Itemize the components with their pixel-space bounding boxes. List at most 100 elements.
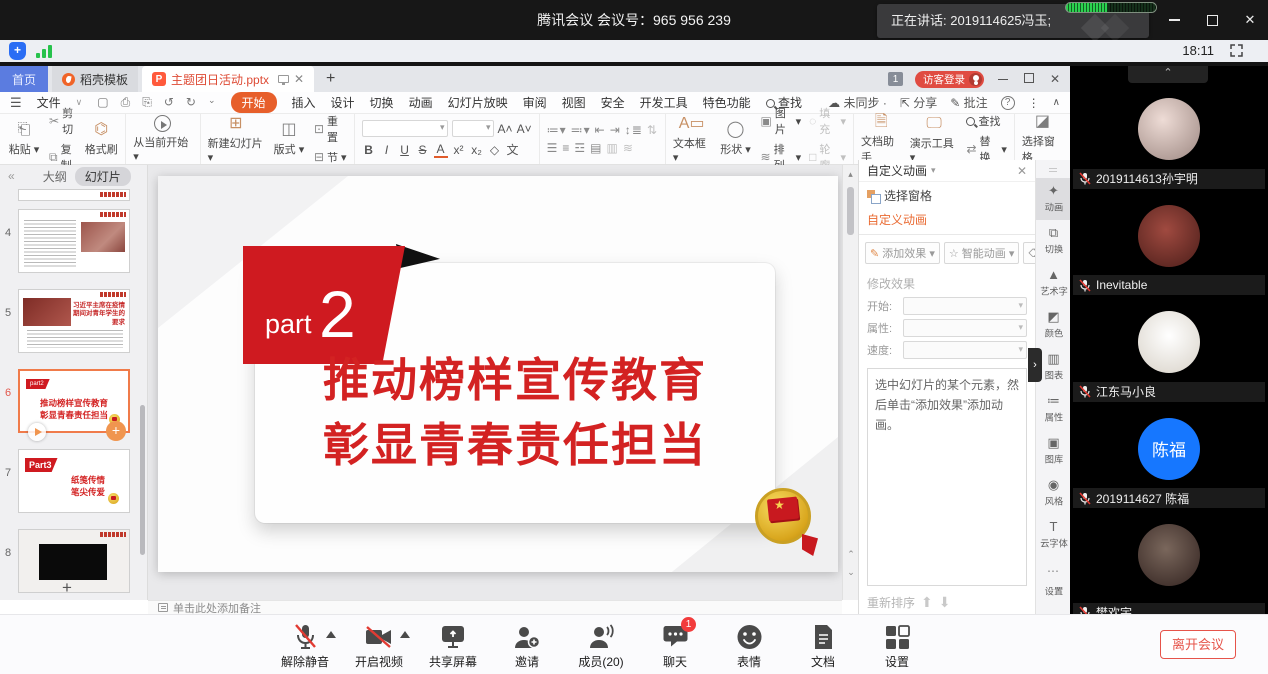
find-button[interactable]: 查找 [966,113,1006,129]
menu-design[interactable]: 设计 [331,94,355,111]
distribute-icon[interactable]: ▥ [606,141,618,155]
part-badge[interactable]: part 2 [243,246,405,364]
strip-settings[interactable]: 设置 [1036,578,1071,604]
panel-expand-handle[interactable]: › [1028,348,1042,382]
output-icon[interactable]: ⎙ [121,95,131,110]
paste-button[interactable]: ⎗粘贴 ▾ [7,121,41,157]
slide-canvas-area[interactable]: part 2 推动榜样宣传教育 彰显青春责任担当 ★ [148,165,842,600]
picture-button[interactable]: ▣图片 ▾ [761,105,802,137]
align-left-icon[interactable]: ☰ [547,141,559,155]
increase-font-button[interactable]: A˄ [498,122,513,136]
strip-animation[interactable]: ✦动画 [1036,178,1071,220]
outdent-icon[interactable]: ⇤ [595,123,606,137]
scroll-up-icon[interactable]: ▴ [843,165,858,180]
thumb-add-button[interactable]: + [106,421,126,441]
thumbnail-scrollbar[interactable] [140,405,145,555]
bullets-icon[interactable]: ≔▾ [547,123,567,137]
strip-cloudfont[interactable]: T云字体 [1036,514,1071,556]
file-dropdown-icon[interactable]: ∨ [76,97,83,108]
hamburger-icon[interactable]: ☰ [10,95,22,111]
format-painter-button[interactable]: ⌬格式刷 [84,121,118,157]
shape-button[interactable]: ◯形状 ▾ [719,121,753,157]
customize-icon[interactable]: ⌄ [208,95,216,110]
bold-button[interactable]: B [362,143,376,157]
quick-access-toolbar[interactable]: ▢ ⎙ ⎘ ↺ ↻ ⌄ [97,95,215,110]
undo-icon[interactable]: ↺ [164,95,174,110]
menu-security[interactable]: 安全 [601,94,625,111]
more-icon[interactable]: ⋮ [1028,96,1040,110]
panel-close-icon[interactable]: ✕ [1017,164,1027,178]
align-right-icon[interactable]: ☲ [574,141,586,155]
slide-thumb-5[interactable]: 习近平主席在疫情期间对青年学生的要求 [18,289,130,353]
add-effect-button[interactable]: ✎ 添加效果 ▾ [865,242,940,264]
textbox-button[interactable]: A▭文本框 ▾ [673,115,711,164]
menu-review[interactable]: 审阅 [523,94,547,111]
participant-tile[interactable]: Inevitable [1070,195,1268,302]
present-tools-button[interactable]: 🖵演示工具 ▾ [910,115,959,164]
strip-transition[interactable]: ⧉切换 [1036,220,1071,262]
print-icon[interactable]: ⎘ [142,95,152,110]
text-effects-button[interactable]: 文 [506,141,520,158]
smart-animation-button[interactable]: ☆ 智能动画 ▾ [944,242,1020,264]
docs-button[interactable]: 文档 [790,621,856,670]
menu-slideshow[interactable]: 幻灯片放映 [448,94,508,111]
notification-badge[interactable]: 1 [888,72,903,86]
help-icon[interactable]: ? [1001,96,1015,110]
indent-icon[interactable]: ⇥ [610,123,621,137]
move-up-icon[interactable]: ⬆ [921,594,933,611]
network-signal-icon[interactable] [36,44,54,58]
slide-thumb-8[interactable] [18,529,130,593]
restore-icon[interactable] [1204,12,1220,28]
previous-slide-icon[interactable]: ⌃ [843,549,859,560]
justify-icon[interactable]: ▤ [590,141,602,155]
add-slide-button[interactable]: + [62,578,72,598]
lock-anchor-icon[interactable]: ⇅ [647,123,658,137]
decrease-font-button[interactable]: A˅ [517,122,532,136]
panel-dropdown-icon[interactable]: ▾ [931,165,936,176]
custom-animation-tab[interactable]: 自定义动画 [859,206,1035,235]
text-direction-icon[interactable]: ≋ [623,141,634,155]
subscript-button[interactable]: x₂ [470,143,484,157]
video-options-arrow[interactable] [400,631,410,638]
redo-icon[interactable]: ↻ [186,95,196,110]
tab-docer[interactable]: 稻壳模板 [52,66,138,92]
share-screen-button[interactable]: 共享屏幕 [420,621,486,670]
canvas-scrollbar[interactable]: ▴ ⌃ ⌄ [842,165,858,600]
participant-tile[interactable]: 樊欢宇 [1070,514,1268,614]
menu-animation[interactable]: 动画 [409,94,433,111]
align-center-icon[interactable]: ≡ [562,141,570,155]
wps-close-icon[interactable]: ✕ [1048,72,1062,86]
start-select[interactable] [903,297,1027,315]
settings-button[interactable]: 设置 [864,621,930,670]
scrollbar-thumb[interactable] [847,187,854,235]
chat-button[interactable]: 1 聊天 [642,621,708,670]
play-from-current-button[interactable]: 从当前开始 ▾ [133,115,192,163]
new-tab-button[interactable]: + [314,66,347,92]
strip-handle-icon[interactable]: ＝ [1036,160,1070,178]
slide-thumb-partial[interactable] [18,189,130,201]
section-button[interactable]: ⊟节 ▾ [314,149,347,165]
superscript-button[interactable]: x² [452,143,466,157]
italic-button[interactable]: I [380,143,394,157]
cut-button[interactable]: ✂剪切 [49,105,76,137]
new-slide-button[interactable]: ⊞新建幻灯片 ▾ [208,115,264,164]
close-icon[interactable]: ✕ [1242,12,1258,28]
collapse-ribbon-icon[interactable]: ∧ [1053,97,1060,108]
participant-tile[interactable]: 陈福 2019114627 陈福 [1070,408,1268,515]
numbering-icon[interactable]: ≕▾ [571,123,591,137]
menu-insert[interactable]: 插入 [292,94,316,111]
slide-canvas[interactable]: part 2 推动榜样宣传教育 彰显青春责任担当 ★ [158,176,838,572]
mic-options-arrow[interactable] [326,631,336,638]
font-size-select[interactable] [452,120,494,137]
notes-bar[interactable]: 单击此处添加备注 [148,600,842,614]
collapse-participants-button[interactable]: ⌃ [1128,66,1208,83]
tab-document[interactable]: P 主题团日活动.pptx ✕ [142,66,314,92]
strip-color[interactable]: ◩颜色 [1036,304,1071,346]
next-slide-icon[interactable]: ⌄ [843,567,859,578]
strip-gallery[interactable]: ▣图库 [1036,430,1071,472]
strip-wordart[interactable]: ▲艺术字 [1036,262,1071,304]
font-family-select[interactable] [362,120,448,137]
strip-properties[interactable]: ≔属性 [1036,388,1071,430]
tab-slides[interactable]: 幻灯片 [75,167,131,186]
emoji-button[interactable]: 表情 [716,621,782,670]
